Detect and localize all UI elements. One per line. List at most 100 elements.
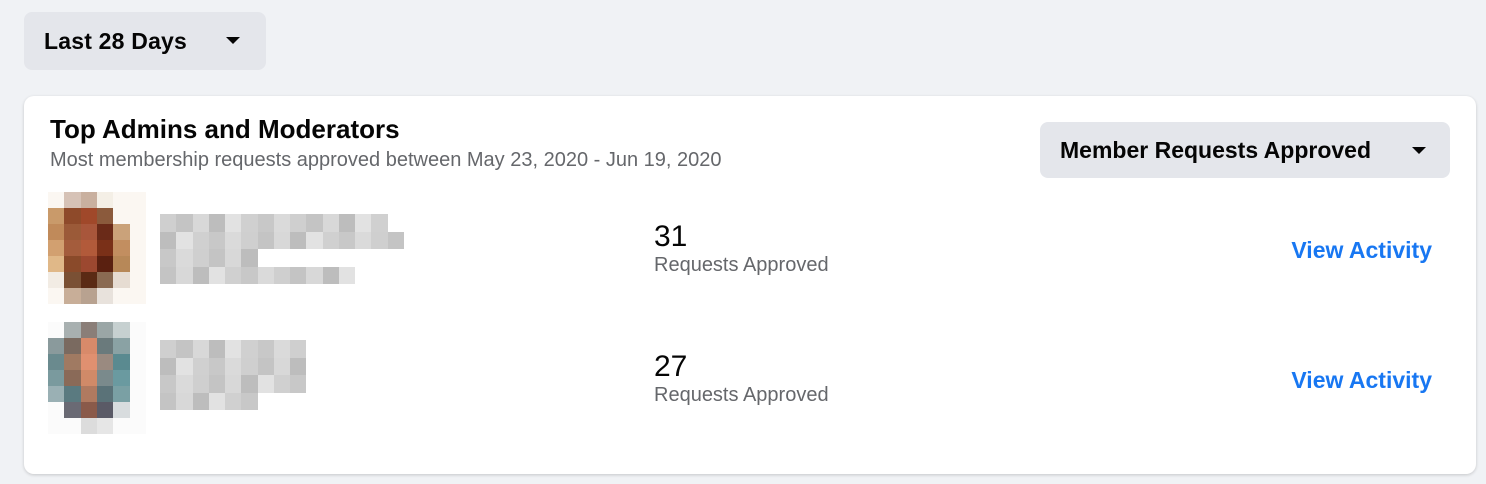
avatar-pixel [113,322,130,338]
avatar-pixel [64,418,81,434]
avatar-pixel [80,354,97,370]
blur-pixel [176,392,193,410]
blur-pixel [403,357,420,375]
avatar-pixel [48,288,65,304]
blur-pixel [225,214,242,232]
avatar-pixel [80,240,97,256]
blur-pixel [208,249,225,267]
view-activity-link[interactable]: View Activity [1291,367,1432,394]
avatar-pixel [97,272,114,288]
blur-pixel [387,231,404,249]
avatar-pixel [80,208,97,224]
blur-pixel [387,375,404,393]
blur-pixel [371,375,388,393]
blur-pixel [241,375,258,393]
blur-pixel [322,214,339,232]
blur-pixel [273,357,290,375]
avatar-pixel [129,386,146,402]
avatar[interactable] [48,322,146,434]
avatar-pixel [113,338,130,354]
blur-pixel [322,357,339,375]
avatar-pixel [48,386,65,402]
avatar-pixel [80,386,97,402]
avatar[interactable] [48,192,146,304]
blur-pixel [241,214,258,232]
blurred-admin-name[interactable] [160,340,420,410]
blur-pixel [290,357,307,375]
blur-pixel [273,231,290,249]
blur-pixel [338,231,355,249]
blur-pixel [257,357,274,375]
blur-pixel [160,340,177,358]
date-range-dropdown[interactable]: Last 28 Days [24,12,266,70]
blur-pixel [257,392,274,410]
blur-pixel [322,340,339,358]
avatar-pixel [129,256,146,272]
blur-pixel [160,266,177,284]
blurred-admin-name[interactable] [160,214,420,284]
blur-pixel [322,375,339,393]
avatar-pixel [129,402,146,418]
blur-pixel [387,340,404,358]
blur-pixel [192,375,209,393]
blur-pixel [176,357,193,375]
avatar-pixel [48,224,65,240]
avatar-pixel [129,224,146,240]
blur-pixel [387,266,404,284]
blur-pixel [371,266,388,284]
avatar-pixel [97,288,114,304]
blur-pixel [176,249,193,267]
blur-pixel [322,231,339,249]
blur-pixel [322,249,339,267]
blur-pixel [290,266,307,284]
blur-pixel [322,266,339,284]
avatar-pixel [129,240,146,256]
blur-pixel [208,357,225,375]
blur-pixel [355,231,372,249]
blur-pixel [371,231,388,249]
avatar-pixel [113,192,130,208]
avatar-pixel [48,418,65,434]
blur-pixel [208,375,225,393]
blur-pixel [306,375,323,393]
blur-pixel [306,214,323,232]
blur-pixel [338,214,355,232]
avatar-pixel [113,386,130,402]
avatar-pixel [80,288,97,304]
blur-pixel [241,357,258,375]
avatar-pixel [48,256,65,272]
blur-pixel [273,266,290,284]
blur-pixel [355,357,372,375]
avatar-pixel [129,418,146,434]
blur-pixel [290,249,307,267]
avatar-pixel [64,272,81,288]
avatar-pixel [80,418,97,434]
blur-pixel [338,340,355,358]
caret-down-icon [1412,147,1426,154]
avatar-pixel [97,224,114,240]
blur-pixel [192,266,209,284]
avatar-pixel [64,322,81,338]
view-activity-link[interactable]: View Activity [1291,237,1432,264]
blur-pixel [355,375,372,393]
blur-pixel [290,214,307,232]
blur-pixel [387,357,404,375]
avatar-pixel [113,224,130,240]
blur-pixel [225,231,242,249]
avatar-pixel [80,272,97,288]
avatar-pixel [48,322,65,338]
blur-pixel [225,340,242,358]
blur-pixel [160,231,177,249]
avatar-pixel [97,208,114,224]
blur-pixel [192,214,209,232]
avatar-pixel [113,256,130,272]
blur-pixel [355,392,372,410]
top-admins-card: Top Admins and Moderators Most membershi… [24,96,1476,474]
avatar-pixel [80,322,97,338]
avatar-pixel [113,272,130,288]
metric-dropdown[interactable]: Member Requests Approved [1040,122,1450,178]
blur-pixel [208,266,225,284]
blur-pixel [241,231,258,249]
blur-pixel [273,214,290,232]
avatar-pixel [129,192,146,208]
